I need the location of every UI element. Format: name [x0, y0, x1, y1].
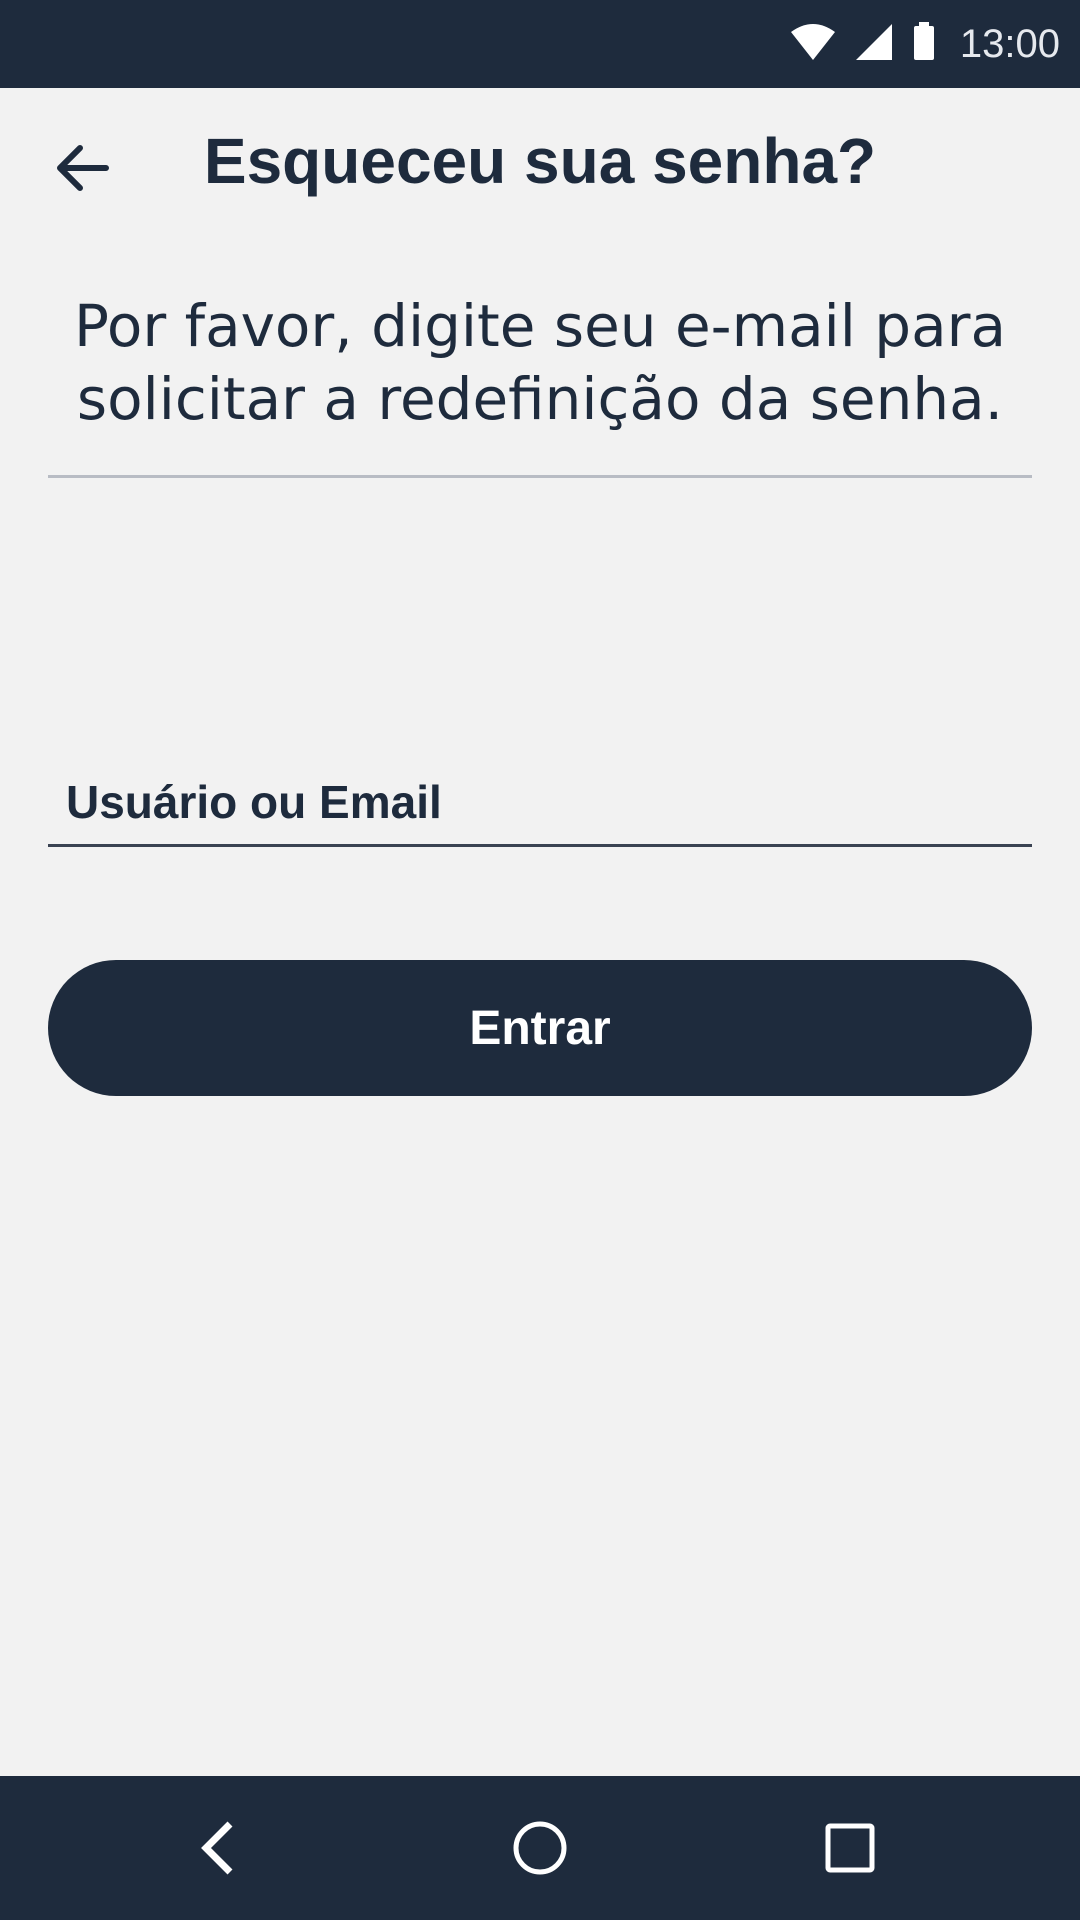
- submit-button[interactable]: Entrar: [48, 960, 1032, 1096]
- nav-back-icon: [201, 1821, 233, 1875]
- instruction-line-1: Por favor, digite seu e-mail para: [73, 292, 1007, 360]
- nav-back-button[interactable]: [170, 1798, 270, 1898]
- wifi-icon: [790, 22, 836, 67]
- username-email-input[interactable]: [48, 760, 1032, 844]
- instruction-text: Por favor, digite seu e-mail para solici…: [48, 290, 1032, 436]
- divider: [48, 475, 1032, 478]
- battery-icon: [912, 21, 936, 67]
- nav-home-icon: [513, 1821, 567, 1875]
- nav-recents-button[interactable]: [800, 1798, 900, 1898]
- status-time: 13:00: [959, 21, 1060, 66]
- navigation-bar: [0, 1776, 1080, 1920]
- forgot-password-screen: 13:00 Esqueceu sua senha? Por favor, dig…: [0, 0, 1080, 1920]
- cell-signal-icon: [854, 22, 894, 67]
- app-bar: Esqueceu sua senha?: [0, 88, 1080, 238]
- nav-recents-icon: [825, 1823, 875, 1873]
- username-field-container: [48, 760, 1032, 847]
- status-icons: 13:00: [790, 0, 1060, 88]
- page-title: Esqueceu sua senha?: [203, 125, 877, 197]
- status-bar: 13:00: [0, 0, 1080, 88]
- nav-home-button[interactable]: [490, 1798, 590, 1898]
- instruction-line-2: solicitar a redefinição da senha.: [76, 365, 1004, 433]
